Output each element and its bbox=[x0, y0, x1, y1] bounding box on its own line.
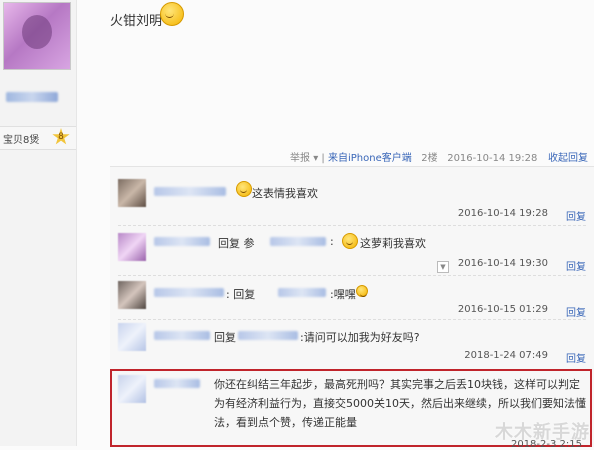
reply-target-blurred[interactable] bbox=[238, 331, 298, 340]
client-source-link[interactable]: 来自iPhone客户端 bbox=[328, 153, 412, 164]
reply-text: :请问可以加我为好友吗? bbox=[300, 331, 420, 344]
reply-button[interactable]: 回复 bbox=[566, 350, 586, 365]
reply-username-blurred[interactable] bbox=[154, 237, 210, 246]
rank-badge-icon: 8 bbox=[52, 128, 70, 145]
watermark: 木木新手游 bbox=[495, 422, 590, 443]
reply-text: 这表情我喜欢 bbox=[252, 187, 318, 200]
reply-prefix: : 回复 bbox=[226, 288, 256, 301]
reply-target-blurred[interactable] bbox=[270, 237, 326, 246]
avatar[interactable] bbox=[3, 2, 71, 70]
reply-avatar[interactable] bbox=[118, 233, 146, 261]
reply-text: 这萝莉我喜欢 bbox=[360, 237, 426, 250]
floor-number: 2楼 bbox=[421, 153, 438, 164]
reply-time: 2016-10-14 19:28 bbox=[457, 208, 548, 219]
smiley-emoji-icon bbox=[160, 2, 184, 26]
reply-username-blurred[interactable] bbox=[154, 379, 200, 388]
report-link[interactable]: 举报 bbox=[290, 153, 310, 164]
smiley-emoji-icon bbox=[236, 181, 252, 197]
reply-prefix: 回复 参 bbox=[218, 237, 255, 250]
reply-button[interactable]: 回复 bbox=[566, 304, 586, 319]
meta-divider: | bbox=[321, 153, 325, 164]
reply-avatar[interactable] bbox=[118, 375, 146, 403]
reply-prefix: 回复 bbox=[214, 331, 236, 344]
post-meta: 举报 ▾ | 来自iPhone客户端 2楼 2016-10-14 19:28 bbox=[290, 149, 537, 164]
divider bbox=[118, 319, 586, 320]
chevron-down-icon[interactable]: ▼ bbox=[437, 261, 449, 273]
rank-label: 宝贝8煲 bbox=[3, 135, 40, 146]
reply-avatar[interactable] bbox=[118, 179, 146, 207]
reply-button[interactable]: 回复 bbox=[566, 258, 586, 273]
reply-username-blurred[interactable] bbox=[154, 288, 224, 297]
reply-list: 这表情我喜欢 2016-10-14 19:28 回复 回复 参 : 这萝莉我喜欢… bbox=[110, 166, 594, 450]
reply-avatar[interactable] bbox=[118, 323, 146, 351]
reply-target-blurred[interactable] bbox=[278, 288, 326, 297]
divider bbox=[118, 225, 586, 226]
colon: : bbox=[330, 235, 334, 248]
reply-username-blurred[interactable] bbox=[154, 331, 210, 340]
reply-avatar[interactable] bbox=[118, 281, 146, 309]
user-rank: 宝贝8煲 8 bbox=[0, 126, 76, 150]
reply-username-blurred[interactable] bbox=[154, 187, 226, 196]
smiley-emoji-icon bbox=[356, 285, 368, 297]
post-time: 2016-10-14 19:28 bbox=[447, 153, 538, 164]
reply-text: :嘿嘿 bbox=[330, 288, 356, 301]
reply-time: 2018-1-24 07:49 bbox=[464, 350, 548, 361]
collapse-replies-button[interactable]: 收起回复 bbox=[548, 149, 588, 164]
report-dropdown-icon[interactable]: ▾ bbox=[313, 153, 318, 164]
smiley-emoji-icon bbox=[342, 233, 358, 249]
post-content: 火钳刘明 bbox=[110, 14, 163, 29]
reply-time: 2016-10-14 19:30 bbox=[457, 258, 548, 269]
user-sidebar: 宝贝8煲 8 bbox=[0, 0, 77, 446]
reply-button[interactable]: 回复 bbox=[566, 208, 586, 223]
username-blurred[interactable] bbox=[6, 92, 58, 102]
reply-time: 2016-10-15 01:29 bbox=[457, 304, 548, 315]
divider bbox=[118, 275, 586, 276]
